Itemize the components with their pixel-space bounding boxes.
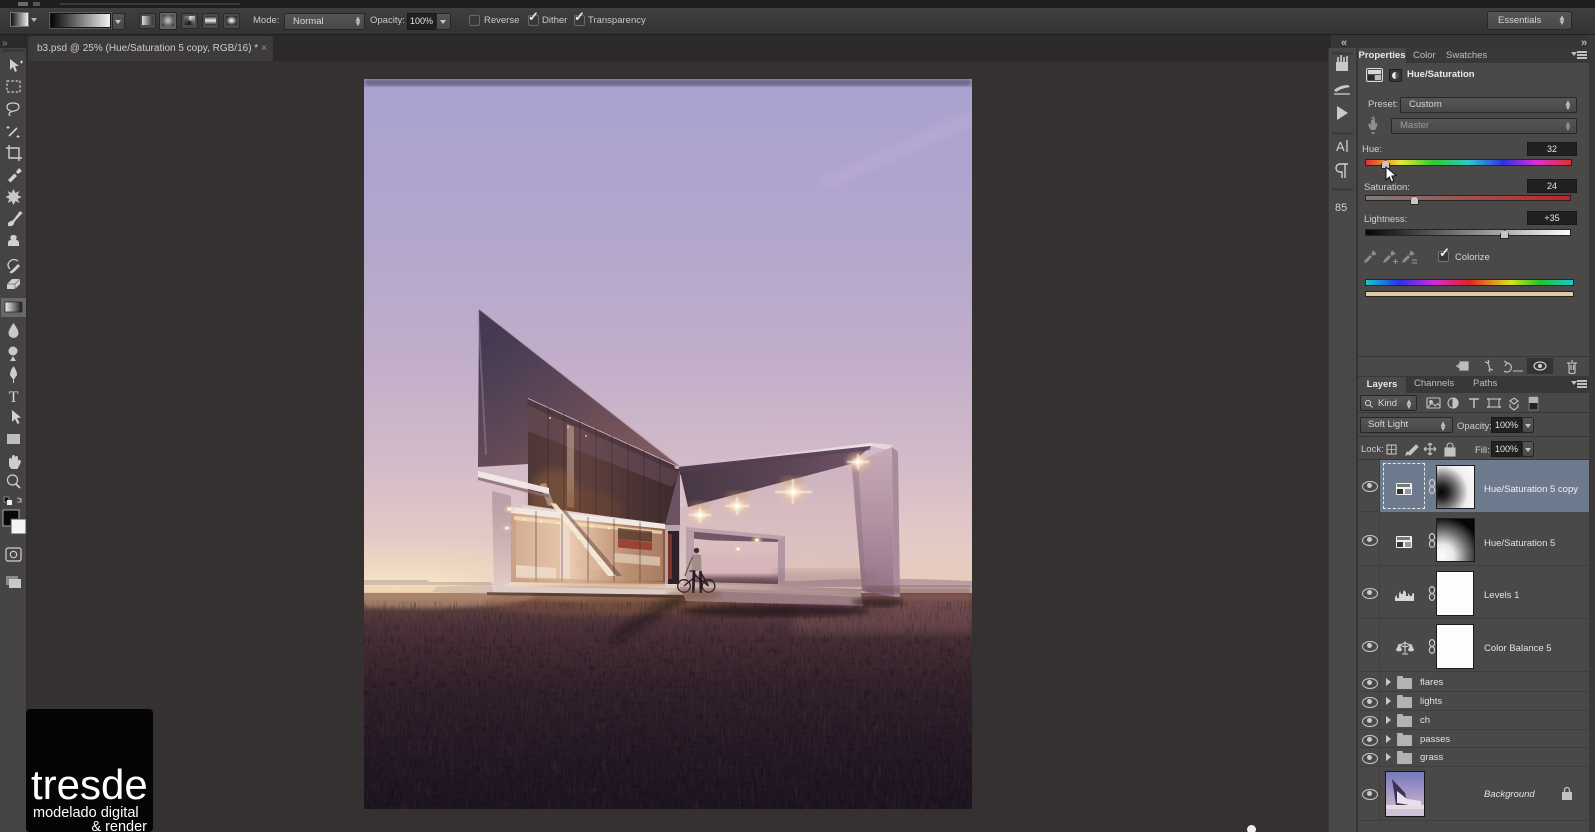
- svg-text:85: 85: [1335, 202, 1347, 214]
- svg-text:A: A: [1336, 139, 1345, 154]
- svg-text:T: T: [9, 389, 19, 406]
